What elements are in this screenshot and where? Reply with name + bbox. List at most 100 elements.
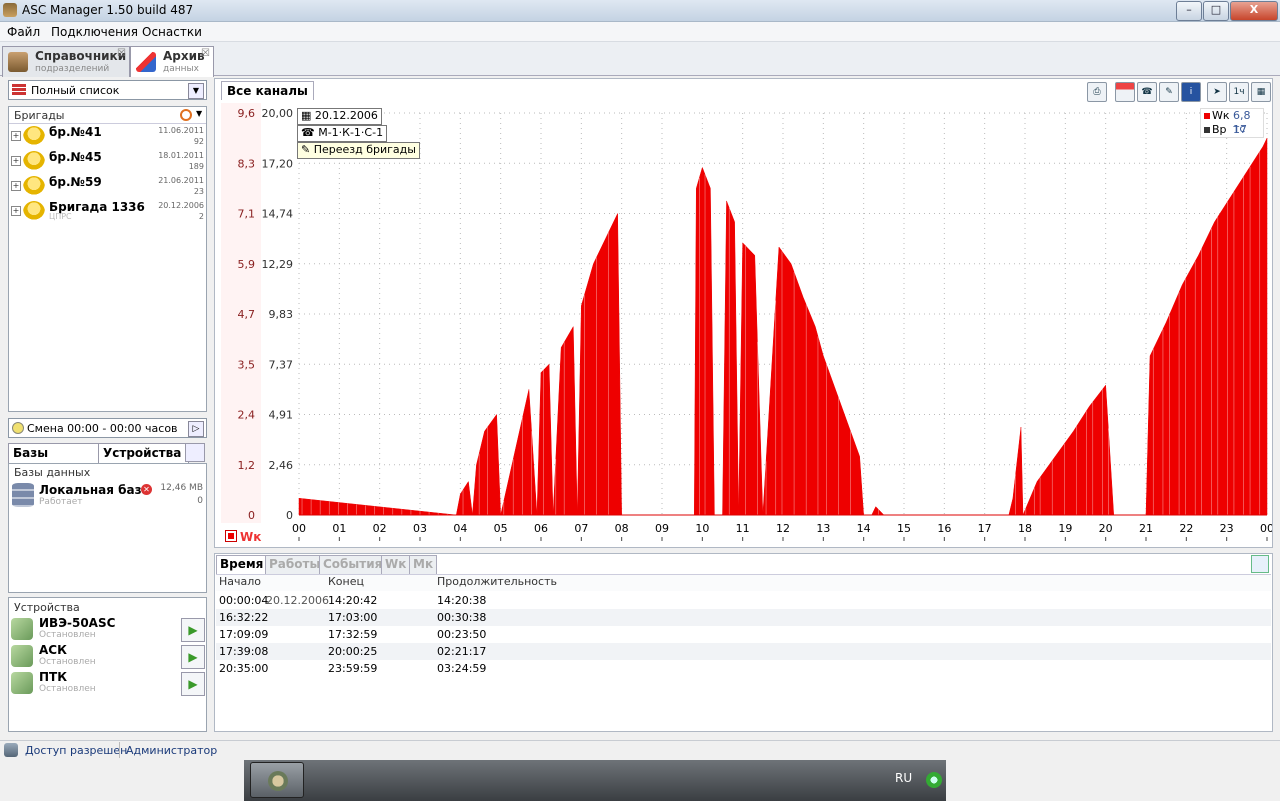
menu-snapins[interactable]: Оснастки bbox=[142, 25, 202, 39]
brigade-date: 18.01.2011 bbox=[158, 151, 204, 160]
taskbar: RU bbox=[244, 760, 946, 801]
calendar-icon[interactable] bbox=[1115, 82, 1135, 102]
maximize-button[interactable]: □ bbox=[1203, 1, 1229, 21]
tab-archive[interactable]: Архив данных ☒ bbox=[130, 46, 214, 77]
list-combo[interactable]: Полный список ▼ bbox=[8, 80, 207, 100]
expand-icon[interactable]: + bbox=[11, 206, 21, 216]
chevron-down-icon[interactable]: ▼ bbox=[188, 83, 204, 99]
note-text: Переезд бригады bbox=[313, 143, 416, 156]
x-tick-label: 14 bbox=[857, 522, 871, 535]
table-row[interactable]: 17:09:09 17:32:59 00:23:50 bbox=[216, 626, 1271, 643]
minimize-button[interactable]: – bbox=[1176, 1, 1202, 21]
x-tick-label: 08 bbox=[615, 522, 629, 535]
pointer-icon[interactable]: ➤ bbox=[1207, 82, 1227, 102]
database-size: 12,46 MB bbox=[160, 483, 203, 493]
divider bbox=[119, 742, 120, 758]
column-end[interactable]: Конец bbox=[328, 575, 364, 588]
expand-icon[interactable]: + bbox=[11, 156, 21, 166]
chevron-down-icon[interactable]: ▼ bbox=[196, 109, 202, 118]
y1-tick-label: 1,2 bbox=[238, 459, 256, 472]
filter-icon[interactable] bbox=[180, 109, 192, 121]
grid-icon[interactable]: ▦ bbox=[1251, 82, 1271, 102]
tab-all-channels[interactable]: Все каналы bbox=[221, 81, 314, 100]
table-row[interactable]: 17:39:08 20:00:25 02:21:17 bbox=[216, 643, 1271, 660]
user-status: Администратор bbox=[126, 744, 218, 757]
databases-header: Базы данных bbox=[14, 466, 91, 479]
print-icon[interactable]: ⎙ bbox=[1087, 82, 1107, 102]
settings-icon[interactable] bbox=[1251, 555, 1269, 573]
cell-duration: 00:23:50 bbox=[437, 628, 487, 641]
cell-end: 20:00:25 bbox=[328, 645, 378, 658]
y1-tick-label: 0 bbox=[248, 509, 255, 522]
brigade-item[interactable]: + бр.№41 11.06.2011 92 bbox=[9, 125, 207, 150]
device-name: АСК bbox=[39, 643, 67, 657]
app-taskbar-button[interactable] bbox=[250, 762, 304, 798]
brigade-item[interactable]: + бр.№59 21.06.2011 23 bbox=[9, 175, 207, 200]
settings-icon[interactable] bbox=[185, 443, 205, 462]
legend-value: 17 bbox=[1233, 123, 1247, 136]
x-tick-label: 03 bbox=[413, 522, 427, 535]
wrench-icon: ✎ bbox=[301, 143, 311, 156]
brigade-item[interactable]: + Бригада 1336 ЦПРС 20.12.2006 2 bbox=[9, 200, 207, 225]
close-tab-icon[interactable]: ☒ bbox=[117, 48, 126, 59]
x-tick-label: 19 bbox=[1058, 522, 1072, 535]
column-duration[interactable]: Продолжительность bbox=[437, 575, 557, 588]
y1-tick-label: 3,5 bbox=[238, 358, 256, 371]
expand-icon[interactable]: + bbox=[11, 131, 21, 141]
device-item[interactable]: ИВЭ-50ASC Остановлен ▶ bbox=[9, 616, 207, 643]
menu-file[interactable]: Файл bbox=[7, 25, 40, 39]
access-status: Доступ разрешен bbox=[25, 744, 128, 757]
list-combo-value: Полный список bbox=[31, 84, 120, 97]
window-title: ASC Manager 1.50 build 487 bbox=[22, 3, 194, 17]
language-indicator[interactable]: RU bbox=[895, 771, 912, 785]
table-row[interactable]: 20:35:00 23:59:59 03:24:59 bbox=[216, 660, 1271, 677]
cell-duration: 03:24:59 bbox=[437, 662, 487, 675]
app-icon bbox=[3, 3, 17, 17]
shift-selector[interactable]: Смена 00:00 - 00:00 часов ▷ bbox=[8, 418, 207, 438]
hour-scale-button[interactable]: 1ч bbox=[1229, 82, 1249, 102]
close-button[interactable]: X bbox=[1230, 1, 1278, 21]
device-item[interactable]: ПТК Остановлен ▶ bbox=[9, 670, 207, 697]
chart-panel: Все каналы ⎙ ☎ ✎ i ➤ 1ч ▦ 0 0 1,2 2,46 2,4 4,… bbox=[214, 78, 1273, 548]
cell-end: 17:32:59 bbox=[328, 628, 378, 641]
device-icon[interactable]: ☎ bbox=[1137, 82, 1157, 102]
tab-directories[interactable]: Справочники подразделений ☒ bbox=[2, 46, 130, 77]
brigade-count: 23 bbox=[193, 187, 204, 196]
x-tick-label: 18 bbox=[1018, 522, 1032, 535]
menu-bar: Файл Подключения Оснастки bbox=[0, 22, 1280, 42]
series-toggle-checkbox[interactable] bbox=[225, 530, 237, 542]
menu-connections[interactable]: Подключения bbox=[51, 25, 138, 39]
y2-tick-label: 14,74 bbox=[262, 208, 294, 221]
cell-start: 20:35:00 bbox=[219, 662, 269, 675]
y1-tick-label: 2,4 bbox=[238, 409, 256, 422]
device-item[interactable]: АСК Остановлен ▶ bbox=[9, 643, 207, 670]
list-icon bbox=[12, 84, 26, 96]
brigade-date: 21.06.2011 bbox=[158, 176, 204, 185]
expand-icon[interactable]: + bbox=[11, 181, 21, 191]
play-icon[interactable]: ▶ bbox=[181, 618, 205, 642]
device-icon: ☎ bbox=[301, 126, 315, 139]
table-row[interactable]: 16:32:22 17:03:00 00:30:38 bbox=[216, 609, 1271, 626]
brigades-panel: Бригады ▼ + бр.№41 11.06.2011 92 + бр.№4… bbox=[8, 106, 207, 412]
shield-icon[interactable] bbox=[926, 772, 942, 788]
x-tick-label: 22 bbox=[1179, 522, 1193, 535]
close-tab-icon[interactable]: ☒ bbox=[201, 48, 210, 59]
person-icon bbox=[23, 176, 45, 198]
tab-title: Архив bbox=[163, 49, 205, 63]
note-text: М-1·К-1·С-1 bbox=[318, 126, 384, 139]
play-icon[interactable]: ▶ bbox=[181, 645, 205, 669]
x-tick-label: 17 bbox=[978, 522, 992, 535]
tab-subtitle: подразделений bbox=[35, 64, 110, 74]
play-icon[interactable]: ▷ bbox=[188, 421, 204, 437]
play-icon[interactable]: ▶ bbox=[181, 672, 205, 696]
info-icon[interactable]: i bbox=[1181, 82, 1201, 102]
wrench-icon[interactable]: ✎ bbox=[1159, 82, 1179, 102]
table-row[interactable]: 00:00:04 20.12.2006 14:20:42 14:20:38 bbox=[216, 592, 1271, 609]
brigade-item[interactable]: + бр.№45 18.01.2011 189 bbox=[9, 150, 207, 175]
x-tick-label: 00 bbox=[1260, 522, 1272, 535]
x-tick-label: 00 bbox=[292, 522, 306, 535]
column-start[interactable]: Начало bbox=[219, 575, 261, 588]
y2-tick-label: 4,91 bbox=[269, 409, 294, 422]
database-name[interactable]: Локальная база bbox=[39, 483, 150, 497]
error-icon: ✕ bbox=[141, 484, 152, 495]
